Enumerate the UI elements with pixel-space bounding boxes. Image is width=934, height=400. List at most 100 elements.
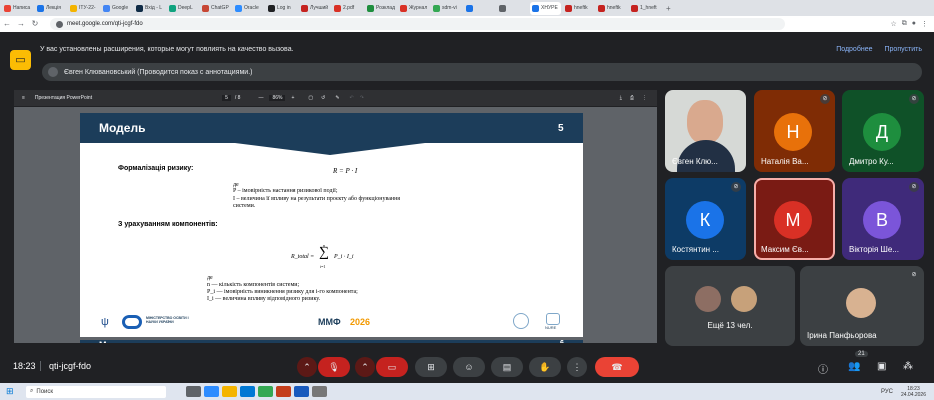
emoji-button[interactable]: ☺: [453, 357, 485, 377]
camera-options-button[interactable]: ⌃: [355, 357, 375, 377]
task-view-icon[interactable]: [186, 386, 201, 397]
i-definition: I – величина її впливу на результати про…: [233, 196, 401, 202]
where-label-2: де: [207, 275, 213, 281]
start-icon[interactable]: ⊞: [6, 386, 20, 397]
event-label: ММФ: [318, 317, 341, 327]
browser-tab[interactable]: Oracle: [233, 2, 264, 15]
browser-tab[interactable]: Log in: [266, 2, 297, 15]
address-bar: ← → ↻ meet.google.com/qti-jcgf-fdo ☆ ⧉ ● ⋮: [0, 16, 934, 32]
edge-icon[interactable]: [240, 386, 255, 397]
people-icon[interactable]: 👥: [848, 361, 860, 372]
back-icon[interactable]: ←: [0, 17, 14, 31]
tab-title: DeepL: [178, 5, 193, 11]
participant-tile[interactable]: М Максим Єв...: [754, 178, 835, 260]
participant-tile[interactable]: ⊘ К Костянтин ...: [665, 178, 746, 260]
mic-options-button[interactable]: ⌃: [297, 357, 317, 377]
browser-tab[interactable]: Лучший: [299, 2, 330, 15]
download-icon[interactable]: ⤓: [620, 95, 622, 101]
app-icon[interactable]: [312, 386, 327, 397]
activities-icon[interactable]: ⁂: [903, 361, 913, 372]
zoom-in-icon[interactable]: +: [291, 95, 294, 101]
presentation-icon[interactable]: ▭: [10, 50, 31, 70]
print-icon[interactable]: ⎙: [630, 95, 634, 101]
tab-favicon-icon: [466, 4, 473, 12]
participant-tile[interactable]: Євген Клю...: [665, 90, 746, 172]
slide-number: 5: [558, 123, 564, 134]
menu-icon[interactable]: ≡: [22, 95, 25, 101]
browser-tab[interactable]: DeepL: [167, 2, 198, 15]
i-definition-cont: системи.: [233, 203, 256, 209]
zoom-out-icon[interactable]: —: [258, 95, 263, 101]
browser-tab[interactable]: [464, 2, 495, 15]
total-lhs: R_total =: [291, 254, 315, 260]
meeting-time: 18:23: [13, 361, 36, 371]
site-info-icon[interactable]: [56, 20, 63, 28]
chrome-icon[interactable]: [258, 386, 273, 397]
mic-toggle-button[interactable]: 🎙︎: [318, 357, 350, 377]
browser-tab[interactable]: Лекція: [35, 2, 66, 15]
browser-tab[interactable]: ХНУРЕ: [530, 1, 561, 15]
browser-tab[interactable]: Google: [101, 2, 132, 15]
powerpoint-icon[interactable]: [276, 386, 291, 397]
tab-favicon-icon: [565, 4, 572, 12]
browser-tab[interactable]: Написа: [2, 2, 33, 15]
details-link[interactable]: Подробнее: [836, 46, 872, 53]
rotate-icon[interactable]: ↺: [321, 95, 325, 101]
participant-tile[interactable]: ⊘ В Вікторія Ше...: [842, 178, 924, 260]
browser-tab[interactable]: 1_hneft: [629, 2, 660, 15]
browser-tab[interactable]: ChatGP: [200, 2, 231, 15]
zoom-input[interactable]: 86%: [269, 95, 286, 101]
tab-favicon-icon: [268, 4, 275, 12]
reload-icon[interactable]: ↻: [28, 17, 42, 31]
info-icon[interactable]: ⓘ: [818, 361, 828, 376]
presenting-text: Євген Клювановський (Проводится показ с …: [64, 68, 253, 76]
camera-toggle-button[interactable]: ▭: [376, 357, 408, 377]
language-indicator[interactable]: РУС: [881, 389, 893, 395]
others-tile[interactable]: Ещё 13 чел.: [665, 266, 795, 346]
skip-link[interactable]: Пропустить: [885, 46, 923, 53]
participant-tile[interactable]: ⊘ Н Наталія Ва...: [754, 90, 835, 172]
browser-tab[interactable]: Розклад: [365, 2, 396, 15]
fit-page-icon[interactable]: ▢: [308, 95, 313, 101]
browser-tab[interactable]: Вхід - L: [134, 2, 165, 15]
star-icon[interactable]: ☆: [890, 20, 896, 28]
redo-icon[interactable]: ↷: [360, 95, 364, 101]
participant-tile[interactable]: ⊘ Д Дмитро Ку...: [842, 90, 924, 172]
page-input[interactable]: 5: [222, 95, 231, 101]
new-tab-icon[interactable]: +: [666, 4, 671, 13]
taskbar-search[interactable]: ⌕ Поиск: [26, 385, 166, 398]
zoom-app-icon[interactable]: [204, 386, 219, 397]
participant-name: Максим Єв...: [761, 245, 809, 254]
more-icon[interactable]: ⋮: [642, 95, 647, 101]
clock[interactable]: 18:23 24.04.2026: [901, 386, 926, 398]
extensions-icon[interactable]: ⧉: [902, 20, 907, 28]
browser-tab[interactable]: hneftk: [563, 2, 594, 15]
participant-avatar: М: [774, 201, 812, 239]
tab-favicon-icon: [631, 4, 638, 12]
browser-tab[interactable]: hneftk: [596, 2, 627, 15]
file-explorer-icon[interactable]: [222, 386, 237, 397]
browser-tab[interactable]: sdm-vi: [431, 2, 462, 15]
participant-tile[interactable]: ⊘ Ірина Панфьорова: [800, 266, 924, 346]
url-text: meet.google.com/qti-jcgf-fdo: [67, 21, 143, 27]
raise-hand-button[interactable]: ✋: [529, 357, 561, 377]
url-input[interactable]: meet.google.com/qti-jcgf-fdo: [50, 18, 785, 30]
browser-tab[interactable]: Журнал: [398, 2, 429, 15]
undo-icon[interactable]: ↶: [350, 95, 354, 101]
browser-tab[interactable]: ITУ-22-: [68, 2, 99, 15]
browser-tab[interactable]: [497, 2, 528, 15]
profile-icon[interactable]: ●: [912, 20, 916, 28]
leave-call-button[interactable]: ☎: [595, 357, 639, 377]
menu-icon[interactable]: ⋮: [921, 20, 928, 28]
word-icon[interactable]: [294, 386, 309, 397]
more-options-button[interactable]: ⋮: [567, 357, 587, 377]
tab-title: sdm-vi: [442, 5, 457, 11]
present-button[interactable]: ⊞: [415, 357, 447, 377]
tab-favicon-icon: [334, 4, 341, 12]
draw-icon[interactable]: ✎: [335, 95, 339, 101]
browser-tab[interactable]: 2.pdf: [332, 2, 363, 15]
components-heading: З урахуванням компонентів:: [118, 221, 218, 228]
captions-button[interactable]: ▤: [491, 357, 523, 377]
chat-icon[interactable]: ▣: [877, 361, 886, 372]
forward-icon[interactable]: →: [14, 17, 28, 31]
